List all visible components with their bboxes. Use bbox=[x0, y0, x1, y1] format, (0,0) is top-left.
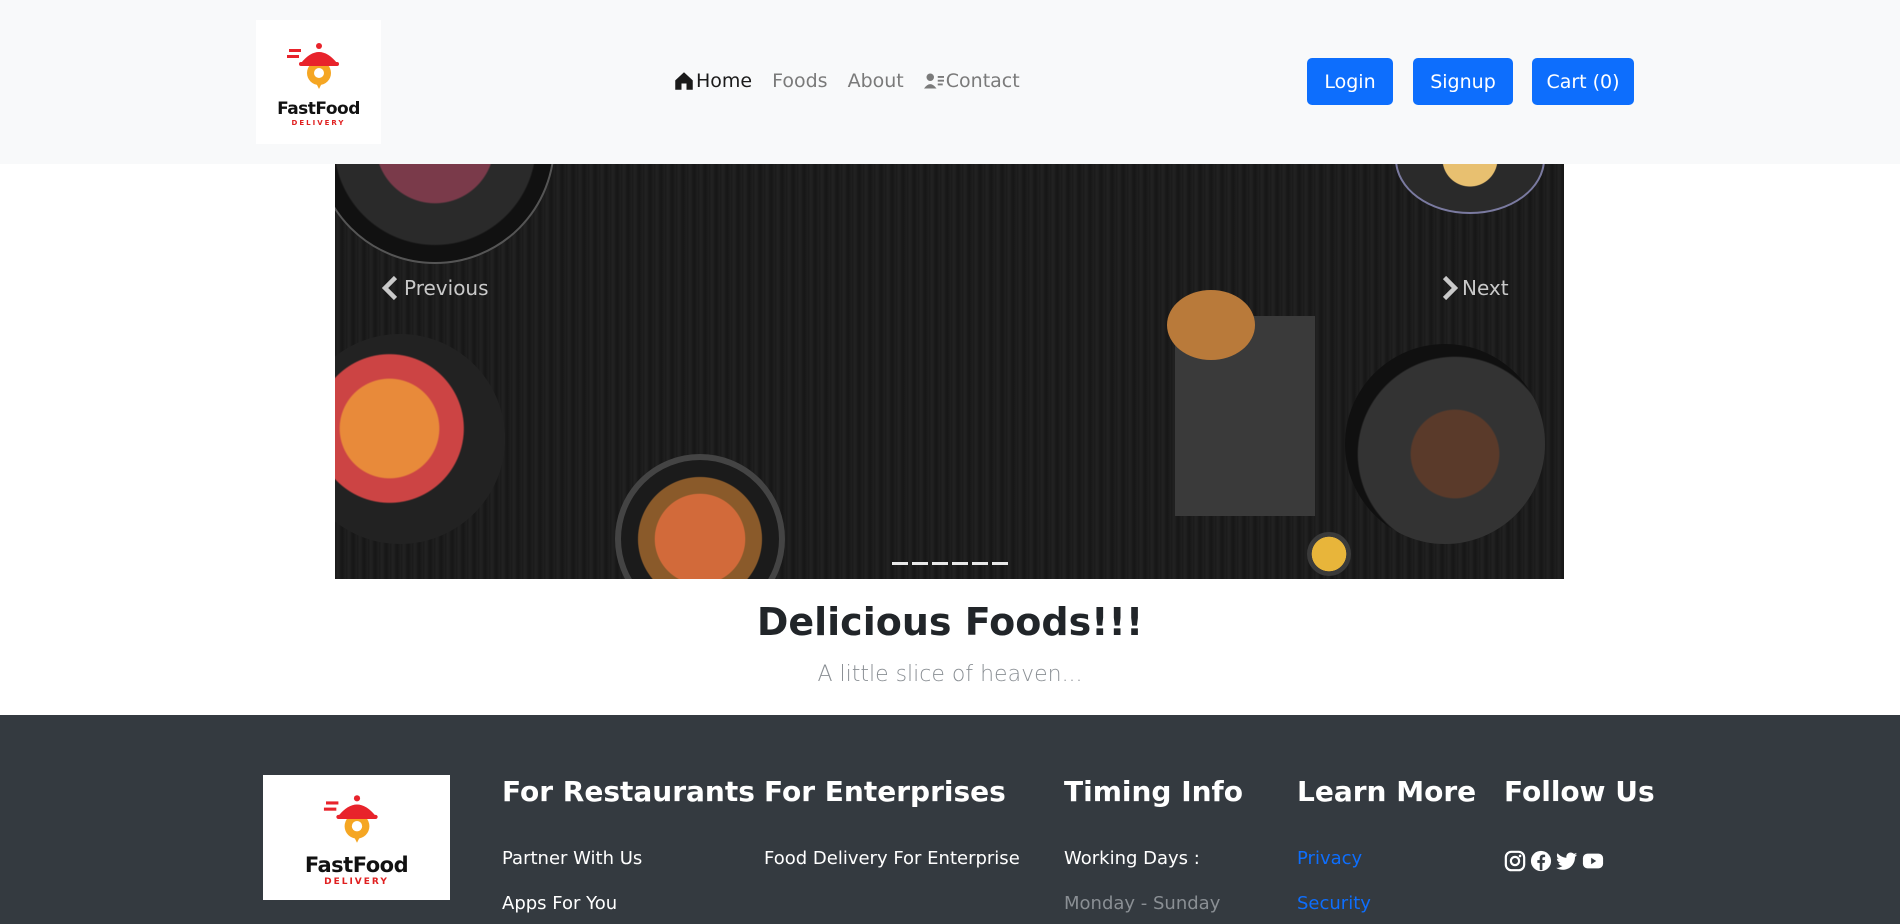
youtube-icon[interactable] bbox=[1582, 850, 1604, 872]
footer-logo[interactable]: FastFood DELIVERY bbox=[263, 775, 450, 900]
hero-subtitle: A little slice of heaven... bbox=[817, 662, 1083, 687]
carousel-indicator[interactable] bbox=[932, 562, 948, 565]
footer-col-follow: Follow Us bbox=[1504, 775, 1655, 872]
footer-link-apps[interactable]: Apps For You bbox=[502, 893, 755, 914]
home-icon bbox=[675, 72, 693, 90]
footer-heading: For Enterprises bbox=[764, 775, 1006, 808]
hero-carousel: Previous Next bbox=[335, 164, 1564, 579]
nav-home[interactable]: Home bbox=[674, 70, 752, 92]
footer-working-days-label: Working Days : bbox=[1064, 848, 1200, 869]
carousel-indicator[interactable] bbox=[992, 562, 1008, 565]
brand-tagline: DELIVERY bbox=[291, 119, 346, 127]
footer-col-learn: Learn More Privacy Security bbox=[1297, 775, 1476, 914]
footer-heading: Learn More bbox=[1297, 775, 1477, 808]
footer-col-restaurants: For Restaurants Partner With Us Apps For… bbox=[502, 775, 755, 914]
sauce-bowl-image bbox=[1307, 532, 1351, 576]
chevron-left-icon bbox=[382, 276, 398, 300]
nav-links: Home Foods About Contact bbox=[674, 70, 1020, 92]
carousel-prev-button[interactable]: Previous bbox=[382, 276, 489, 300]
footer-col-timing: Timing Info Working Days : Monday - Sund… bbox=[1064, 775, 1243, 914]
chevron-right-icon bbox=[1442, 276, 1458, 300]
signup-button[interactable]: Signup bbox=[1413, 58, 1513, 105]
footer-brand-name: FastFood bbox=[304, 852, 409, 877]
facebook-icon[interactable] bbox=[1530, 850, 1552, 872]
footer-heading: Follow Us bbox=[1504, 775, 1655, 808]
footer-link-privacy[interactable]: Privacy bbox=[1297, 848, 1476, 869]
carousel-indicator[interactable] bbox=[912, 562, 928, 565]
twitter-icon[interactable] bbox=[1556, 850, 1578, 872]
carousel-indicator[interactable] bbox=[972, 562, 988, 565]
hero-title: Delicious Foods!!! bbox=[756, 600, 1144, 644]
footer-working-days-value: Monday - Sunday bbox=[1064, 893, 1221, 914]
carousel-indicators bbox=[892, 562, 1008, 565]
nav-foods-label: Foods bbox=[772, 70, 828, 92]
footer-link-security[interactable]: Security bbox=[1297, 893, 1476, 914]
nav-foods[interactable]: Foods bbox=[772, 70, 827, 92]
login-button[interactable]: Login bbox=[1307, 58, 1393, 105]
carousel-next-button[interactable]: Next bbox=[1440, 276, 1509, 300]
cart-button[interactable]: Cart (0) bbox=[1532, 58, 1634, 105]
footer-heading: Timing Info bbox=[1064, 775, 1243, 808]
burger-image bbox=[1167, 290, 1255, 360]
food-delivery-logo-icon bbox=[323, 794, 378, 843]
carousel-indicator[interactable] bbox=[952, 562, 968, 565]
carousel-prev-label: Previous bbox=[404, 276, 489, 300]
footer-link-partner[interactable]: Partner With Us bbox=[502, 848, 755, 869]
carousel-next-label: Next bbox=[1462, 276, 1509, 300]
navbar: FastFood DELIVERY Home Foods About Conta… bbox=[0, 0, 1900, 164]
nav-contact-label: Contact bbox=[945, 70, 1020, 92]
nav-about-label: About bbox=[847, 70, 904, 92]
footer-heading: For Restaurants bbox=[502, 775, 755, 808]
food-delivery-logo-icon bbox=[286, 43, 339, 89]
social-links bbox=[1504, 850, 1655, 872]
footer-brand-tagline: DELIVERY bbox=[324, 876, 389, 887]
instagram-icon[interactable] bbox=[1504, 850, 1526, 872]
contact-card-icon bbox=[923, 73, 944, 89]
brand-name: FastFood bbox=[277, 99, 360, 119]
brand-logo[interactable]: FastFood DELIVERY bbox=[256, 20, 381, 144]
food-plate-image bbox=[1345, 344, 1545, 544]
footer: FastFood DELIVERY For Restaurants Partne… bbox=[0, 715, 1900, 924]
nav-home-label: Home bbox=[696, 70, 753, 92]
carousel-indicator[interactable] bbox=[892, 562, 908, 565]
nav-about[interactable]: About bbox=[848, 70, 904, 92]
footer-col-enterprises: For Enterprises Food Delivery For Enterp… bbox=[764, 775, 1020, 869]
footer-link-enterprise[interactable]: Food Delivery For Enterprise bbox=[764, 848, 1020, 869]
nav-contact[interactable]: Contact bbox=[923, 70, 1020, 92]
